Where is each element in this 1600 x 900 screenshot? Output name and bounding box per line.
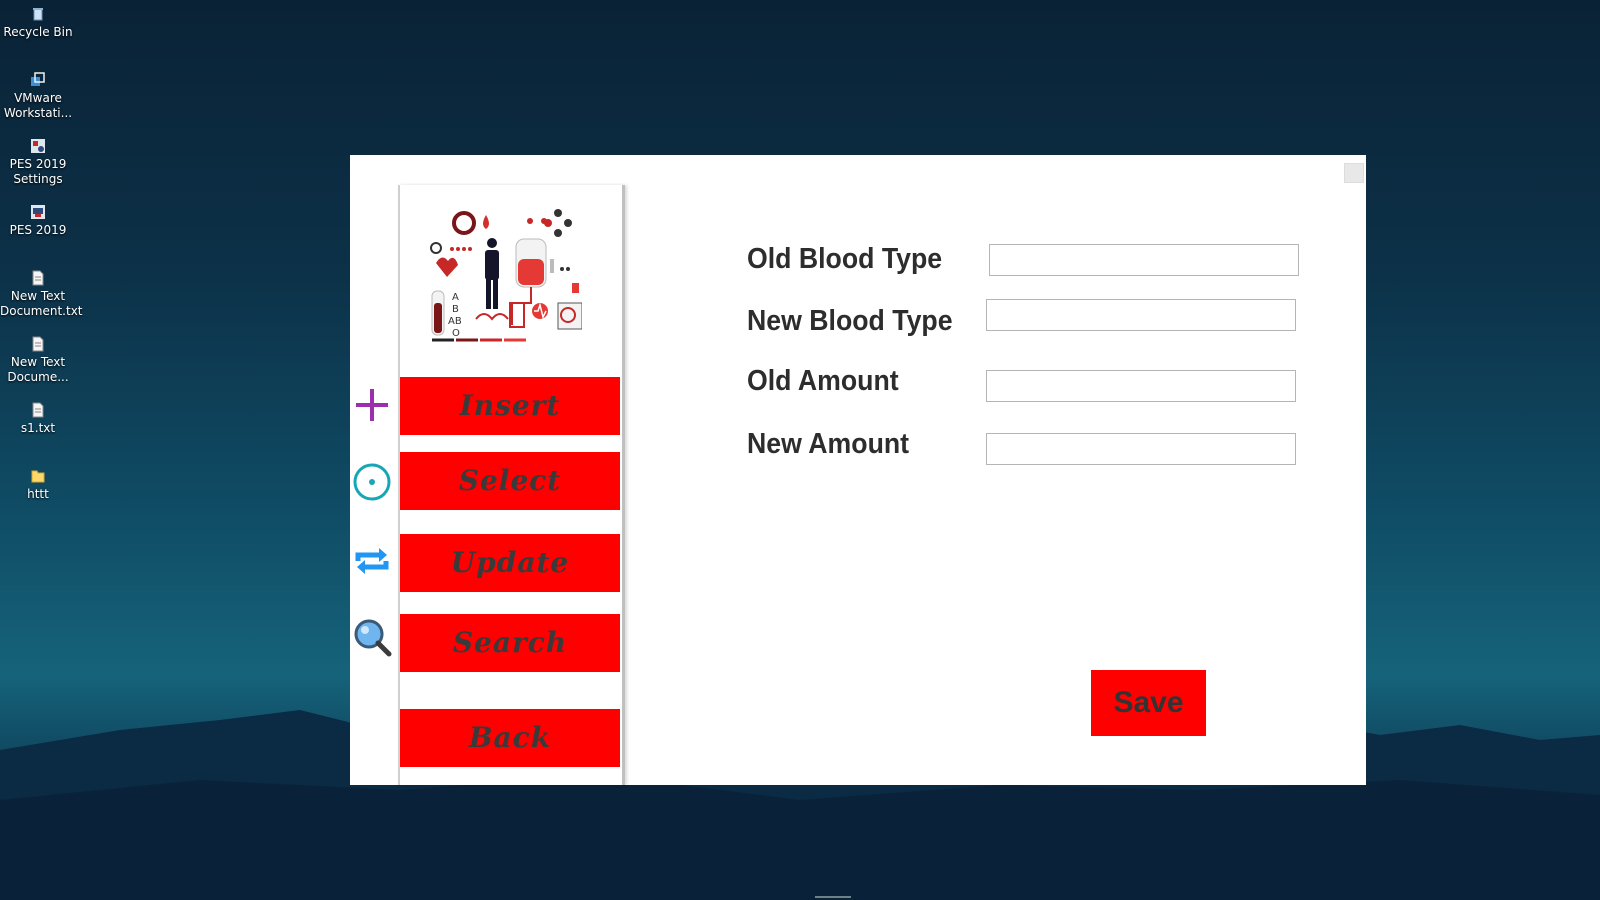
new-amount-field[interactable] bbox=[986, 433, 1296, 465]
target-icon bbox=[353, 463, 391, 501]
desktop-icon-recycle-bin[interactable]: Recycle Bin bbox=[0, 6, 76, 40]
old-amount-field[interactable] bbox=[986, 370, 1296, 402]
magnifier-icon bbox=[354, 619, 392, 657]
blood-update-window: A B AB O Insert Select Update Search Bac… bbox=[350, 155, 1366, 785]
vmware-icon bbox=[31, 72, 45, 86]
desktop-icon-httt-folder[interactable]: httt bbox=[0, 468, 76, 502]
sidebar-panel: A B AB O Insert Select Update Search Bac… bbox=[398, 185, 625, 785]
desktop-icon-label: PES 2019 bbox=[9, 223, 67, 237]
pes-icon bbox=[31, 205, 45, 219]
new-blood-type-label: New Blood Type bbox=[747, 305, 953, 337]
folder-icon bbox=[31, 470, 45, 483]
blood-type-b-text: B bbox=[452, 304, 459, 315]
desktop-icon-label: Recycle Bin bbox=[3, 25, 73, 39]
old-blood-type-label: Old Blood Type bbox=[747, 243, 943, 275]
close-button[interactable] bbox=[1344, 163, 1364, 183]
back-button[interactable]: Back bbox=[400, 709, 620, 767]
blood-type-a-text: A bbox=[452, 292, 459, 303]
taskbar-indicator bbox=[815, 896, 851, 898]
blood-donation-logo: A B AB O bbox=[430, 209, 582, 342]
desktop-icon-pes[interactable]: PES 2019 bbox=[0, 204, 76, 238]
text-file-icon bbox=[32, 402, 44, 418]
recycle-bin-icon bbox=[33, 8, 43, 21]
new-blood-type-field[interactable] bbox=[986, 299, 1296, 331]
repeat-icon bbox=[355, 548, 389, 574]
desktop-icon-label: s1.txt bbox=[20, 421, 56, 435]
save-button[interactable]: Save bbox=[1091, 670, 1206, 736]
desktop-icon-text-doc[interactable]: New Text Document.txt bbox=[0, 270, 83, 319]
desktop-icon-vmware[interactable]: VMware Workstati... bbox=[0, 72, 76, 121]
search-button[interactable]: Search bbox=[400, 614, 620, 672]
desktop-icon-pes-settings[interactable]: PES 2019 Settings bbox=[0, 138, 76, 187]
text-file-icon bbox=[32, 270, 44, 286]
pes-settings-icon bbox=[31, 139, 45, 153]
blood-type-ab-text: AB bbox=[448, 316, 462, 327]
desktop-icon-label: httt bbox=[27, 487, 49, 501]
plus-icon bbox=[356, 389, 388, 421]
old-amount-label: Old Amount bbox=[747, 365, 899, 397]
text-file-icon bbox=[32, 336, 44, 352]
old-blood-type-field[interactable] bbox=[989, 244, 1299, 276]
blood-type-o-text: O bbox=[452, 328, 460, 339]
insert-button[interactable]: Insert bbox=[400, 377, 620, 435]
desktop-icon-label: New Text Docume... bbox=[7, 355, 69, 384]
select-button[interactable]: Select bbox=[400, 452, 620, 510]
desktop-icon-s1[interactable]: s1.txt bbox=[0, 402, 76, 436]
desktop-icon-label: PES 2019 Settings bbox=[9, 157, 67, 186]
desktop-icon-label: New Text Document.txt bbox=[0, 289, 83, 318]
update-button[interactable]: Update bbox=[400, 534, 620, 592]
new-amount-label: New Amount bbox=[747, 428, 910, 460]
desktop-icon-label: VMware Workstati... bbox=[3, 91, 73, 120]
desktop-icon-text-doc-2[interactable]: New Text Docume... bbox=[0, 336, 76, 385]
